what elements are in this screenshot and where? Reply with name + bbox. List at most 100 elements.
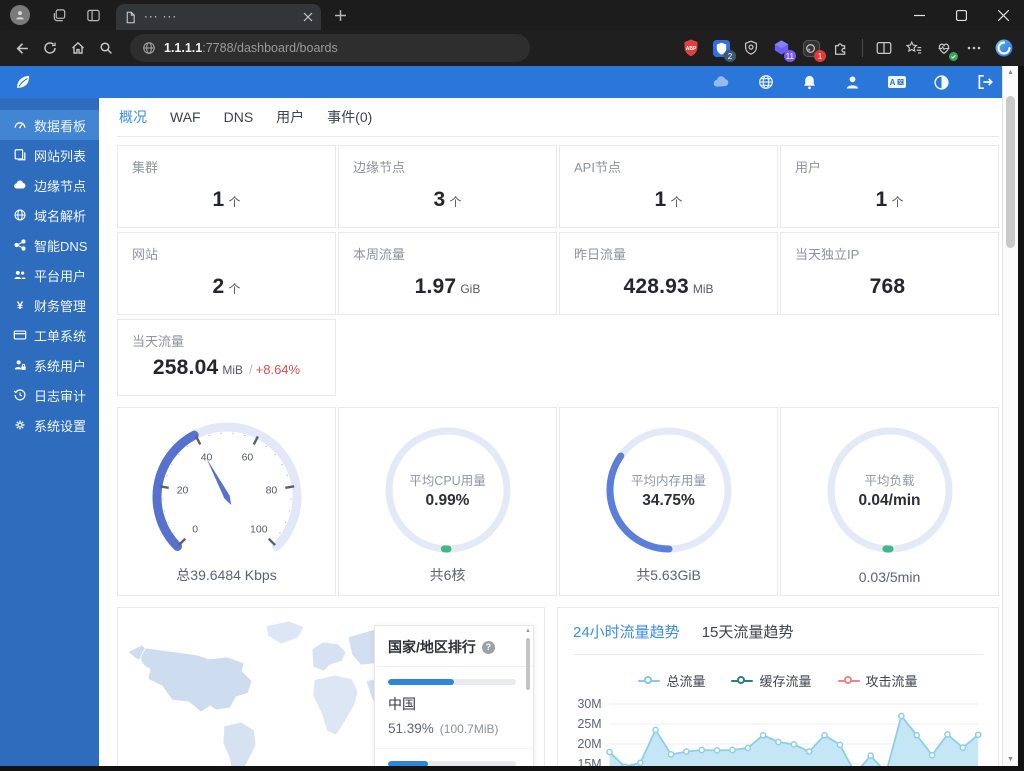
legend-attack-traffic[interactable]: 攻击流量 [837, 671, 918, 690]
vertical-tabs-icon[interactable] [80, 4, 106, 26]
chart-part [713, 747, 721, 754]
sidebar-item-system-settings[interactable]: 系统设置 [0, 410, 99, 440]
sidebar-item-finance[interactable]: ¥ 财务管理 [0, 290, 99, 320]
stat-value: 2 [212, 275, 225, 298]
adblock-extension-icon[interactable]: ABP [679, 36, 703, 60]
stat-value: 428.93 [623, 275, 689, 298]
help-icon[interactable]: ? [481, 640, 495, 654]
sidebar-item-edge-nodes[interactable]: 边缘节点 [0, 170, 99, 200]
language-globe-icon[interactable] [757, 73, 775, 91]
new-tab-button[interactable] [327, 4, 353, 26]
workspaces-icon[interactable] [46, 4, 72, 26]
chart-part [775, 738, 782, 746]
legend-label: 总流量 [666, 674, 706, 689]
sidebar-item-tickets[interactable]: 工单系统 [0, 320, 99, 350]
search-button[interactable] [92, 34, 120, 62]
minimize-button[interactable] [898, 0, 940, 30]
stat-card-edge-nodes: 边缘节点 3个 [338, 145, 557, 228]
user-account-icon[interactable] [844, 74, 861, 91]
recorder-extension-icon[interactable]: 1 [799, 36, 826, 62]
browser-essentials-icon[interactable] [932, 36, 958, 61]
sidebar-item-label: 网站列表 [34, 148, 87, 164]
gauge-part [284, 485, 294, 489]
tab-24h-trend[interactable]: 24小时流量趋势 [573, 621, 680, 642]
notifications-bell-icon[interactable] [801, 74, 818, 91]
tab-title: ··· ··· [144, 11, 178, 23]
maximize-button[interactable] [940, 0, 982, 30]
sidebar-item-audit-log[interactable]: 日志审计 [0, 380, 99, 410]
gauge-part [280, 463, 283, 466]
site-globe-icon[interactable] [142, 41, 156, 55]
stat-delta: +8.64% [255, 362, 301, 377]
sidebar-item-system-users[interactable]: 系统用户 [0, 350, 99, 380]
chart-part [744, 744, 752, 752]
gauge-part [152, 430, 199, 551]
split-screen-icon[interactable] [872, 36, 896, 60]
stat-value: 1.97 [414, 275, 457, 298]
scroll-thumb[interactable] [526, 638, 530, 690]
translate-icon[interactable]: A文 [887, 74, 907, 90]
memory-gauge-value: 34.75% [642, 492, 695, 509]
sidebar-item-platform-users[interactable]: 平台用户 [0, 260, 99, 290]
sidebar: 数据看板 网站列表 边缘节点 域名解析 智能DNS 平台用户 ¥ 财务管理 工单系… [0, 98, 99, 771]
sidebar-item-label: 工单系统 [34, 328, 87, 344]
bitwarden-extension-icon[interactable]: 2 [709, 36, 736, 62]
favorites-icon[interactable] [902, 36, 926, 60]
geo-traffic: (100.7MiB) [439, 722, 499, 736]
chart-part [821, 731, 828, 739]
logout-icon[interactable] [976, 73, 994, 91]
tab-close-icon[interactable] [303, 12, 313, 22]
window-edge [1018, 66, 1024, 771]
browser-tab[interactable]: ··· ··· [116, 4, 321, 30]
legend-cache-traffic[interactable]: 缓存流量 [731, 671, 812, 690]
gauge-part [172, 532, 175, 534]
tab-dns[interactable]: DNS [224, 109, 254, 125]
refresh-button[interactable] [36, 34, 64, 62]
traffic-trend-chart[interactable]: 30M25M20M15M [558, 696, 998, 771]
app-leaf-logo-icon[interactable] [14, 73, 32, 91]
stat-label: API节点 [574, 160, 621, 175]
scroll-down-icon[interactable]: ▼ [1003, 756, 1018, 763]
history-icon [13, 388, 27, 402]
copilot-icon[interactable] [992, 36, 1016, 60]
gauge-icon [13, 118, 27, 132]
chart-part [836, 741, 844, 749]
extensions-puzzle-icon[interactable] [829, 36, 853, 60]
tab-overview[interactable]: 概况 [119, 107, 147, 127]
scroll-up-icon[interactable]: ▲ [1003, 69, 1018, 76]
tab-users[interactable]: 用户 [276, 107, 304, 127]
legend-total-traffic[interactable]: 总流量 [638, 671, 705, 690]
cpu-gauge-title: 平均CPU用量 [409, 474, 486, 488]
stat-label: 当天独立IP [795, 247, 860, 262]
bandwidth-gauge-label: 总39.6484 Kbps [176, 567, 277, 583]
scroll-thumb[interactable] [1006, 96, 1015, 248]
sidebar-item-smart-dns[interactable]: 智能DNS [0, 230, 99, 260]
profile-avatar[interactable] [10, 5, 30, 25]
sidebar-item-site-list[interactable]: 网站列表 [0, 140, 99, 170]
page-scrollbar[interactable]: ▲ ▼ [1002, 66, 1018, 771]
sidebar-item-domain-resolution[interactable]: 域名解析 [0, 200, 99, 230]
theme-contrast-icon[interactable] [933, 74, 950, 91]
chart-part [928, 751, 936, 759]
browser-window: ··· ··· 1.1.1.1:7788/dashboard/boards AB… [0, 0, 1024, 771]
shield-extension-icon[interactable] [739, 36, 763, 60]
cloud-status-icon[interactable] [712, 73, 731, 92]
gauges-row: 0 20 40 60 80 100 总39.6484 Kbps 平均CPU用量 0.99% … [117, 407, 999, 596]
home-button[interactable] [64, 34, 92, 62]
window-controls [898, 0, 1024, 30]
tab-15d-trend[interactable]: 15天流量趋势 [702, 621, 794, 642]
scroll-up-icon[interactable]: ▲ [524, 628, 532, 634]
chart-part [652, 726, 659, 734]
gauge-part: 40 [200, 451, 212, 463]
address-bar[interactable]: 1.1.1.1:7788/dashboard/boards [130, 34, 530, 62]
sidebar-item-dashboard[interactable]: 数据看板 [0, 110, 99, 140]
pages-icon [13, 148, 27, 162]
close-button[interactable] [982, 0, 1024, 30]
purple-extension-icon[interactable]: 11 [769, 36, 796, 62]
geo-panel-scrollbar[interactable]: ▲ [524, 628, 532, 771]
tab-waf[interactable]: WAF [170, 109, 201, 125]
more-menu-icon[interactable] [962, 36, 986, 60]
stat-label: 网站 [132, 247, 159, 262]
back-button[interactable] [8, 34, 36, 62]
tab-events[interactable]: 事件(0) [327, 107, 372, 127]
